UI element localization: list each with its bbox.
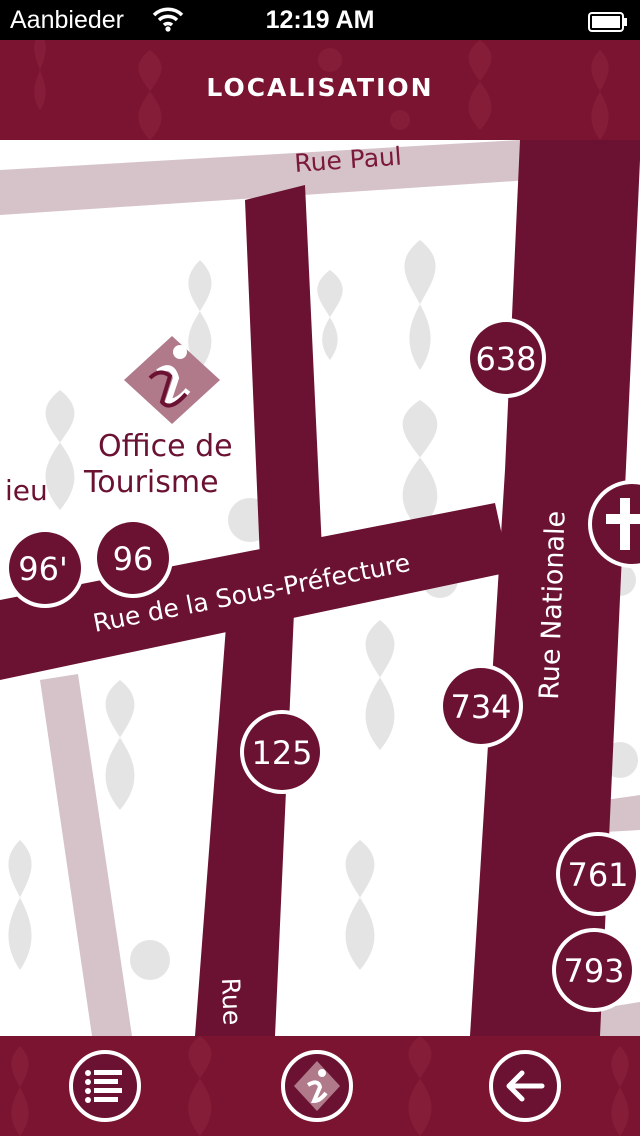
marker-label: 125 xyxy=(251,734,312,772)
list-icon xyxy=(69,1050,141,1122)
menu-button[interactable] xyxy=(68,1049,142,1123)
page-title: LOCALISATION xyxy=(206,73,434,102)
marker-label: 793 xyxy=(563,952,624,990)
marker-label: 734 xyxy=(450,688,511,726)
clock: 12:19 AM xyxy=(265,6,375,34)
marker-761[interactable]: 761 xyxy=(556,832,640,916)
marker-96-prime[interactable]: 96' xyxy=(5,528,85,608)
street-label-rue-nationale: Rue Nationale xyxy=(534,510,572,700)
tourist-info-icon xyxy=(281,1050,353,1122)
poi-label-line1: Office de xyxy=(98,429,233,464)
marker-label: 96' xyxy=(18,550,68,588)
marker-96[interactable]: 96 xyxy=(93,518,173,598)
bottom-toolbar xyxy=(0,1036,640,1136)
street-label-lieu: ieu xyxy=(5,474,48,507)
marker-125[interactable]: 125 xyxy=(240,710,324,794)
marker-label: 96 xyxy=(113,540,154,578)
map-view[interactable]: Rue Paul Rue de la Sous-Préfecture Rue N… xyxy=(0,140,640,1036)
marker-793[interactable]: 793 xyxy=(552,928,636,1012)
marker-734[interactable]: 734 xyxy=(439,664,523,748)
back-button[interactable] xyxy=(488,1049,562,1123)
poi-label-line2: Tourisme xyxy=(83,465,219,500)
office-de-tourisme[interactable]: Office de Tourisme xyxy=(83,336,233,500)
arrow-left-icon xyxy=(489,1050,561,1122)
marker-label: 761 xyxy=(567,856,628,894)
street-label-bottom: Rue xyxy=(216,977,247,1025)
battery-icon xyxy=(588,10,628,39)
status-bar: Aanbieder 12:19 AM xyxy=(0,0,640,40)
marker-638[interactable]: 638 xyxy=(466,318,546,398)
header-bar: LOCALISATION xyxy=(0,40,640,140)
info-button[interactable] xyxy=(280,1049,354,1123)
marker-label: 638 xyxy=(475,340,536,378)
